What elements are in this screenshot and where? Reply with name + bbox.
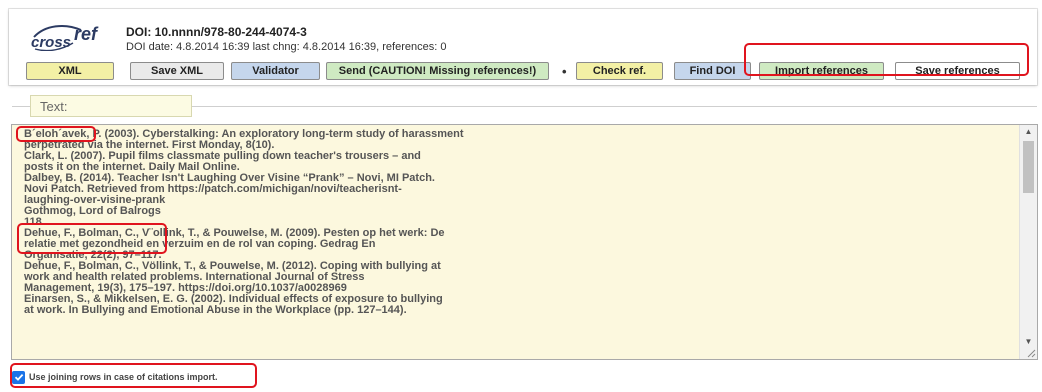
text-line: at work. In Bullying and Emotional Abuse…	[24, 304, 407, 316]
resize-grip-icon[interactable]	[1026, 348, 1036, 358]
checkmark-icon	[14, 373, 23, 381]
label-divider-right	[192, 106, 1037, 107]
validator-button[interactable]: Validator	[231, 62, 320, 80]
references-textarea[interactable]: B´eloh´avek, P. (2003). Cyberstalking: A…	[11, 124, 1038, 360]
joining-rows-checkbox[interactable]	[12, 370, 25, 384]
doi-meta: DOI date: 4.8.2014 16:39 last chng: 4.8.…	[126, 41, 447, 53]
text-label: Text:	[30, 95, 192, 117]
logo-text-ref: ref	[74, 24, 98, 44]
scroll-thumb[interactable]	[1023, 141, 1034, 193]
find-doi-button[interactable]: Find DOI	[674, 62, 751, 80]
import-references-button[interactable]: Import references	[759, 62, 884, 80]
scroll-up-icon[interactable]: ▲	[1020, 125, 1037, 139]
header-panel: cross ref DOI: 10.nnnn/978-80-244-4074-3…	[9, 9, 1037, 85]
textarea-scrollbar[interactable]: ▲ ▼	[1019, 125, 1037, 359]
scroll-down-icon[interactable]: ▼	[1020, 335, 1037, 349]
check-ref-button[interactable]: Check ref.	[576, 62, 663, 80]
label-divider-left	[12, 106, 30, 107]
joining-rows-label: Use joining rows in case of citations im…	[29, 372, 218, 382]
joining-rows-option[interactable]: Use joining rows in case of citations im…	[12, 369, 218, 385]
toolbar-separator: •	[562, 64, 567, 79]
send-button[interactable]: Send (CAUTION! Missing references!)	[326, 62, 549, 80]
save-references-button[interactable]: Save references	[895, 62, 1020, 80]
xml-button[interactable]: XML	[26, 62, 114, 80]
crossref-logo: cross ref	[31, 23, 139, 51]
save-xml-button[interactable]: Save XML	[130, 62, 224, 80]
text-line: Gothmog, Lord of Balrogs	[24, 205, 161, 217]
logo-text-cross: cross	[31, 34, 72, 51]
doi-title: DOI: 10.nnnn/978-80-244-4074-3	[126, 25, 307, 39]
